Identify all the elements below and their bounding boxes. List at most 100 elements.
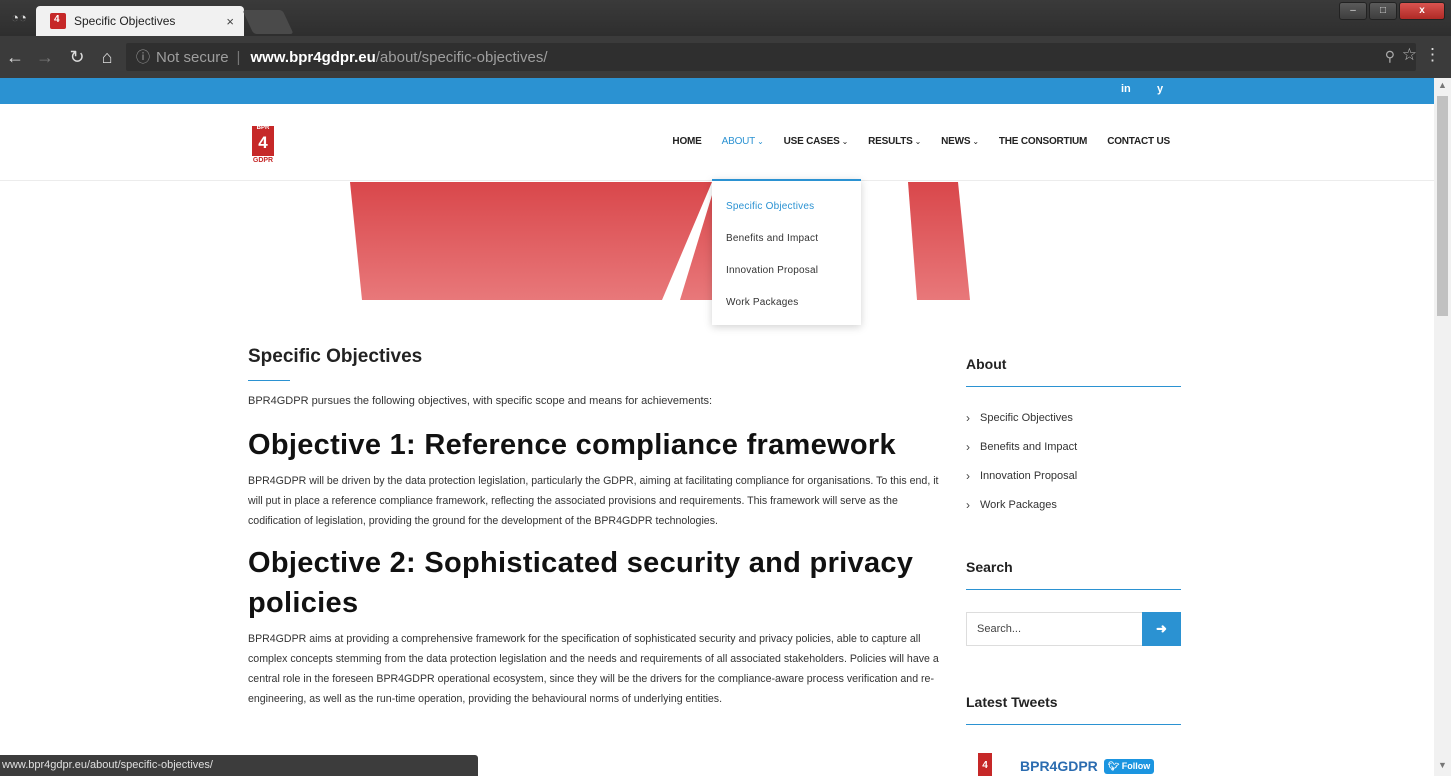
dropdown-item-specific-objectives[interactable]: Specific Objectives <box>712 199 861 231</box>
linkedin-icon[interactable]: in <box>1121 83 1131 95</box>
hero-shape-left <box>350 182 712 300</box>
intro-text: BPR4GDPR pursues the following objective… <box>248 395 713 407</box>
about-dropdown: Specific Objectives Benefits and Impact … <box>712 179 861 325</box>
nav-contact-label: CONTACT US <box>1107 136 1170 147</box>
sidebar-tweets-divider <box>966 724 1181 725</box>
twitter-icon[interactable]: y <box>1157 83 1163 95</box>
sidebar-item-label: Work Packages <box>980 498 1057 511</box>
tweet-account-name[interactable]: BPR4GDPR <box>1020 758 1098 774</box>
sidebar-item-benefits[interactable]: › Benefits and Impact <box>966 432 1181 461</box>
nav-results[interactable]: RESULTS ⌄ <box>868 136 921 147</box>
objective-2-text: BPR4GDPR aims at providing a comprehensi… <box>248 633 939 705</box>
sidebar-item-innovation[interactable]: › Innovation Proposal <box>966 461 1181 490</box>
follow-button[interactable]: 🐦︎ Follow <box>1103 758 1155 774</box>
status-bar-url: www.bpr4gdpr.eu/about/specific-objective… <box>0 755 478 776</box>
address-bar[interactable]: ⓘ Not secure | www.bpr4gdpr.eu /about/sp… <box>126 43 1416 71</box>
browser-menu-icon[interactable]: ⋮ <box>1424 45 1441 65</box>
maximize-button[interactable]: □ <box>1369 2 1397 20</box>
chevron-right-icon: › <box>966 439 970 454</box>
chevron-down-icon: ⌄ <box>841 137 849 146</box>
dropdown-item-innovation[interactable]: Innovation Proposal <box>712 263 861 295</box>
tweet-account-row: 4 BPR4GDPR 🐦︎ Follow <box>966 753 1181 776</box>
nav-consortium-label: THE CONSORTIUM <box>998 136 1088 147</box>
scroll-thumb[interactable] <box>1437 96 1448 316</box>
sidebar-about-divider <box>966 386 1181 387</box>
minimize-button[interactable]: – <box>1339 2 1367 20</box>
search-button[interactable]: ➜ <box>1142 612 1181 646</box>
incognito-icon: ◔◔ <box>11 10 27 25</box>
main-nav: HOME ABOUT ⌄ USE CASES ⌄ RESULTS ⌄ NEWS ⌄ TH… <box>672 136 1170 147</box>
window-controls: – □ x <box>1339 2 1445 20</box>
dropdown-item-benefits[interactable]: Benefits and Impact <box>712 231 861 263</box>
follow-label: Follow <box>1121 760 1151 771</box>
page-scrollbar[interactable]: ▲ ▼ <box>1434 78 1451 776</box>
sidebar-about-list: › Specific Objectives › Benefits and Impac… <box>966 403 1181 519</box>
close-window-button[interactable]: x <box>1399 2 1445 20</box>
page-viewport: in y 4 GDPR HOME ABOUT⌄ USE CASES⌄ RESUL… <box>0 78 1434 776</box>
twitter-bird-icon: 🐦︎ <box>1107 760 1122 771</box>
tab-close-icon[interactable]: × <box>226 14 234 29</box>
sidebar-item-label: Specific Objectives <box>980 411 1073 424</box>
nav-home[interactable]: HOME <box>672 136 701 147</box>
new-tab-button[interactable] <box>242 10 294 34</box>
chevron-down-icon: ⌄ <box>914 137 922 146</box>
page-title: Specific Objectives <box>248 346 423 367</box>
sidebar-search-heading: Search <box>966 559 1013 575</box>
objective-2-heading: Objective 2: Sophisticated security and … <box>248 547 914 619</box>
home-icon[interactable]: ⌂ <box>96 44 118 70</box>
reload-icon[interactable]: ↻ <box>66 44 88 70</box>
nav-use-cases[interactable]: USE CASES ⌄ <box>784 136 849 147</box>
site-logo[interactable]: 4 GDPR <box>248 123 278 170</box>
title-underline <box>248 380 290 381</box>
logo-mark: 4 <box>252 123 274 156</box>
sidebar-item-work-packages[interactable]: › Work Packages <box>966 490 1181 519</box>
nav-news[interactable]: NEWS ⌄ <box>941 136 979 147</box>
dropdown-item-work-packages[interactable]: Work Packages <box>712 295 861 327</box>
nav-home-label: HOME <box>672 136 702 147</box>
browser-titlebar: ◔◔ Specific Objectives × – □ x <box>0 0 1451 36</box>
objective-1-text: BPR4GDPR will be driven by the data prot… <box>248 475 939 527</box>
chevron-down-icon: ⌄ <box>757 137 764 146</box>
not-secure-label: Not secure <box>156 48 229 66</box>
nav-results-label: RESULTS <box>868 136 913 147</box>
site-header: 4 GDPR HOME ABOUT⌄ USE CASES⌄ RESULTS⌄ N… <box>0 104 1434 181</box>
browser-tab[interactable]: Specific Objectives × <box>36 6 244 36</box>
social-topbar: in y <box>0 78 1434 104</box>
info-icon[interactable]: ⓘ <box>136 47 150 67</box>
sidebar: About › Specific Objectives › Benefits and… <box>966 356 1181 776</box>
search-form: ➜ <box>966 612 1181 646</box>
chevron-right-icon: › <box>966 410 970 425</box>
nav-about[interactable]: ABOUT ⌄ <box>722 136 764 147</box>
logo-text: GDPR <box>252 157 274 164</box>
chevron-down-icon: ⌄ <box>972 137 979 146</box>
nav-contact[interactable]: CONTACT US <box>1107 136 1170 147</box>
sidebar-item-specific-objectives[interactable]: › Specific Objectives <box>966 403 1181 432</box>
url-host: www.bpr4gdpr.eu <box>250 48 376 66</box>
forward-icon[interactable]: → <box>34 44 56 70</box>
zoom-icon[interactable]: ⚲ <box>1385 48 1395 65</box>
tab-title: Specific Objectives <box>74 14 176 28</box>
sidebar-item-label: Benefits and Impact <box>980 440 1078 453</box>
sidebar-tweets-heading: Latest Tweets <box>966 694 1058 710</box>
main-content: Specific Objectives BPR4GDPR pursues the… <box>248 346 943 709</box>
bookmark-star-icon[interactable]: ☆ <box>1402 45 1417 65</box>
back-icon[interactable]: ← <box>4 44 26 70</box>
tweet-avatar[interactable]: 4 <box>978 753 992 776</box>
scroll-up-icon[interactable]: ▲ <box>1434 80 1451 94</box>
hero-shape-right <box>908 182 970 300</box>
sidebar-about-heading: About <box>966 356 1007 372</box>
url-separator: | <box>236 48 241 66</box>
objective-1-heading: Objective 1: Reference compliance framew… <box>248 429 896 461</box>
nav-consortium[interactable]: THE CONSORTIUM <box>998 136 1088 147</box>
favicon-icon <box>50 13 66 29</box>
nav-use-cases-label: USE CASES <box>783 136 840 147</box>
nav-news-label: NEWS <box>941 136 971 147</box>
browser-toolbar: ← → ↻ ⌂ ⓘ Not secure | www.bpr4gdpr.eu /… <box>0 36 1451 78</box>
chevron-right-icon: › <box>966 468 970 483</box>
scroll-down-icon[interactable]: ▼ <box>1434 760 1451 774</box>
url-path: /about/specific-objectives/ <box>375 48 548 66</box>
sidebar-item-label: Innovation Proposal <box>980 469 1078 482</box>
search-input[interactable] <box>966 612 1142 646</box>
chevron-right-icon: › <box>966 497 970 512</box>
nav-about-label: ABOUT <box>721 136 756 147</box>
